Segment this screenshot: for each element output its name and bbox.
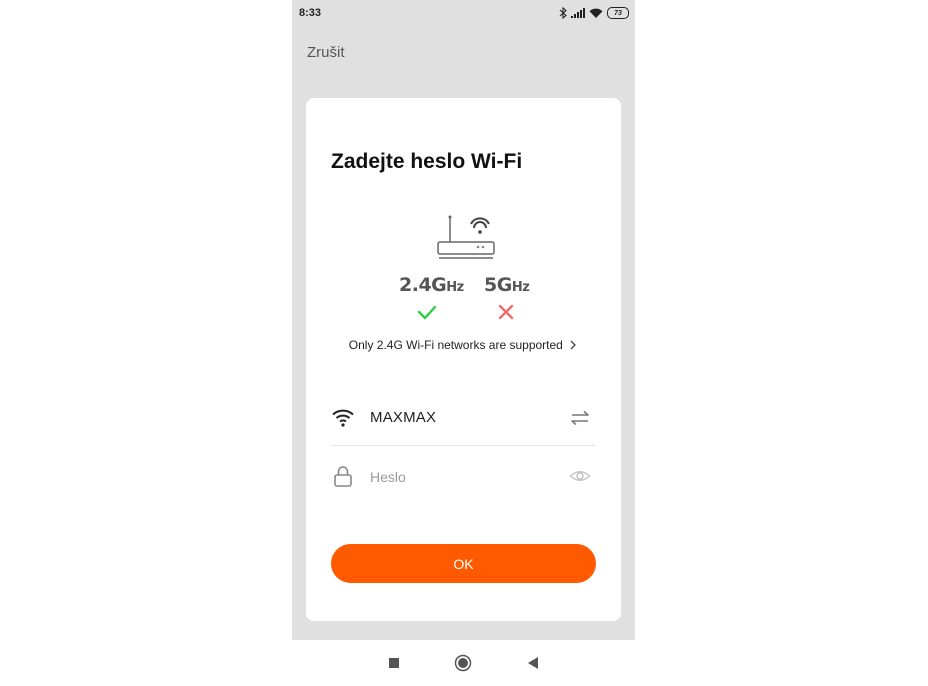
router-icon (437, 215, 495, 259)
signal-icon (571, 8, 585, 18)
phone-screen: 8:33 73 Zrušit Zadejte heslo Wi-Fi 2.4GH… (292, 0, 635, 640)
wifi-network-row: MAXMAX (331, 398, 595, 446)
network-name: MAXMAX (370, 409, 437, 426)
supported-networks-text: Only 2.4G Wi-Fi networks are supported (348, 338, 563, 352)
eye-icon[interactable] (569, 466, 591, 486)
status-bar: 8:33 73 (292, 0, 635, 26)
band-5ghz-label: 5GHz (484, 274, 530, 296)
cancel-button[interactable]: Zrušit (307, 44, 345, 61)
band-24ghz-label: 2.4GHz (399, 274, 464, 296)
chevron-right-icon (570, 340, 577, 350)
home-icon[interactable] (454, 654, 472, 672)
bluetooth-icon (559, 7, 567, 19)
wifi-icon (589, 8, 603, 18)
status-icons: 73 (559, 6, 629, 20)
password-row (331, 456, 595, 496)
recent-apps-icon[interactable] (385, 654, 403, 672)
ok-button[interactable]: OK (331, 544, 596, 583)
navigation-bar (292, 640, 635, 686)
band-5ghz-value: 5G (484, 274, 512, 296)
switch-network-icon[interactable] (569, 408, 591, 428)
wifi-icon (332, 409, 354, 427)
battery-icon: 73 (607, 7, 629, 19)
band-5ghz-unit: Hz (511, 280, 530, 295)
lock-icon (334, 466, 352, 487)
page-title: Zadejte heslo Wi-Fi (331, 150, 523, 173)
checkmark-icon (417, 305, 437, 320)
supported-networks-link[interactable]: Only 2.4G Wi-Fi networks are supported (306, 338, 621, 352)
band-24ghz-unit: Hz (446, 280, 464, 295)
status-time: 8:33 (299, 7, 322, 19)
band-24ghz-value: 2.4G (399, 274, 447, 296)
back-icon[interactable] (525, 654, 543, 672)
wifi-password-card: Zadejte heslo Wi-Fi 2.4GHz 5GHz Only 2.4… (306, 98, 621, 621)
cross-icon (498, 304, 514, 320)
password-field[interactable] (368, 465, 552, 489)
